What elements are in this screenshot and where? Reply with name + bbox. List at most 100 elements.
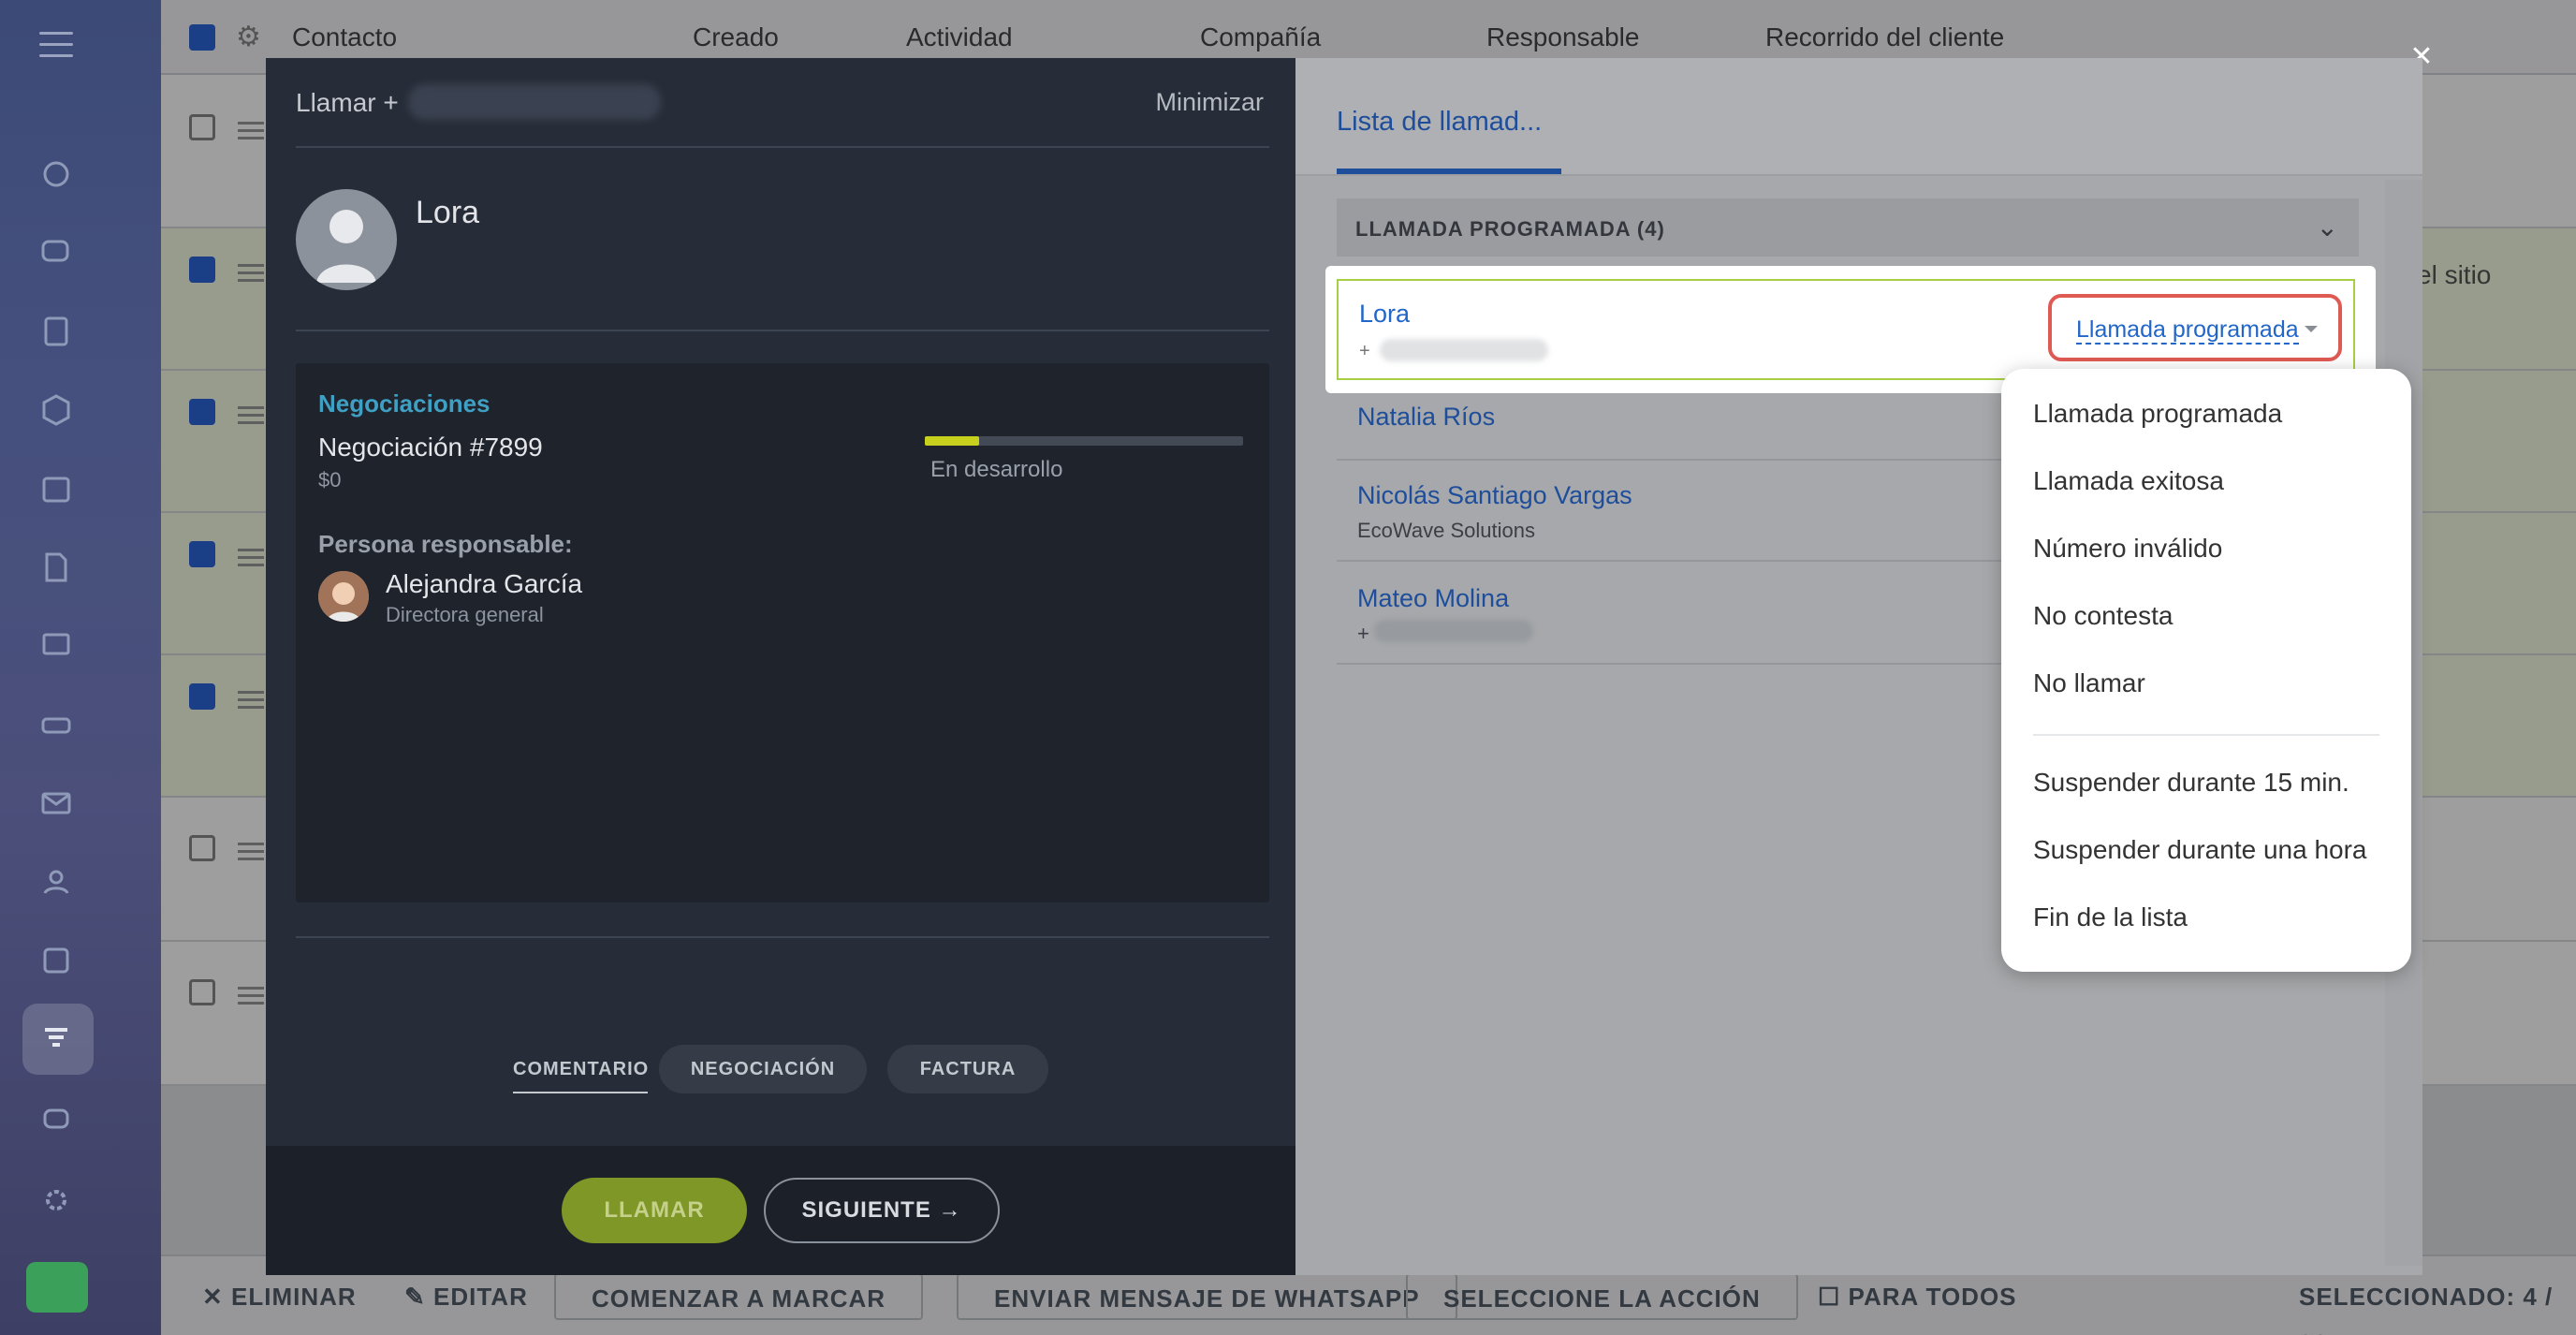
menu-item-no-answer[interactable]: No contesta	[2033, 601, 2173, 631]
responsible-name[interactable]: Alejandra García	[386, 569, 582, 599]
funnel-icon[interactable]	[37, 1020, 75, 1058]
row-checkbox[interactable]	[189, 979, 215, 1005]
row-checkbox[interactable]	[189, 541, 215, 567]
minimize-button[interactable]: Minimizar	[1155, 88, 1264, 117]
drag-handle-icon[interactable]	[238, 264, 264, 267]
drag-handle-icon[interactable]	[238, 691, 264, 694]
contacts-icon[interactable]	[37, 863, 75, 901]
menu-item-scheduled[interactable]: Llamada programada	[2033, 399, 2282, 429]
drag-handle-icon[interactable]	[238, 987, 264, 990]
list-item-name[interactable]: Natalia Ríos	[1357, 403, 1495, 432]
column-header[interactable]: Recorrido del cliente	[1765, 22, 2004, 52]
call-title: Llamar +	[296, 88, 399, 117]
for-all-checkbox[interactable]: ☐ PARA TODOS	[1818, 1273, 2017, 1320]
tasks-list-icon[interactable]	[37, 313, 75, 350]
sync-icon[interactable]	[37, 155, 75, 193]
next-label: SIGUIENTE	[801, 1197, 931, 1223]
menu-item-suspend-15[interactable]: Suspender durante 15 min.	[2033, 768, 2349, 798]
divider	[296, 330, 1269, 331]
deal-name[interactable]: Negociación #7899	[318, 433, 543, 462]
blurred-phone-number	[1374, 620, 1533, 642]
responsible-role: Directora general	[386, 603, 544, 626]
document-icon[interactable]	[37, 549, 75, 586]
arrow-right-icon: →	[938, 1197, 962, 1223]
menu-divider	[2033, 734, 2379, 736]
call-panel: Llamar + Minimizar ? Lora Negociaciones …	[266, 58, 1295, 1275]
deal-progress-bar	[925, 436, 1243, 446]
menu-item-do-not-call[interactable]: No llamar	[2033, 668, 2145, 698]
board-icon[interactable]	[37, 627, 75, 665]
gear-icon[interactable]: ⚙	[236, 21, 261, 53]
call-header: Llamar + Minimizar	[296, 58, 1269, 148]
drag-handle-icon[interactable]	[238, 843, 264, 845]
deal-amount: $0	[318, 468, 342, 491]
active-tab-indicator	[1337, 169, 1561, 174]
select-action-dropdown[interactable]: SELECCIONE LA ACCIÓN	[1406, 1273, 1798, 1320]
divider	[296, 936, 1269, 938]
list-item-name[interactable]: Lora	[1359, 300, 1410, 329]
drag-handle-icon[interactable]	[238, 122, 264, 125]
checkbox-icon[interactable]	[37, 942, 75, 979]
start-dialing-button[interactable]: COMENZAR A MARCAR	[554, 1273, 924, 1320]
group-label: LLAMADA PROGRAMADA (4)	[1355, 217, 1665, 241]
menu-item-suspend-hour[interactable]: Suspender durante una hora	[2033, 835, 2367, 865]
mail-icon[interactable]	[37, 785, 75, 822]
selected-count: SELECCIONADO: 4 / 20	[2299, 1283, 2554, 1335]
drag-handle-icon[interactable]	[238, 406, 264, 409]
robot-icon[interactable]	[37, 1099, 75, 1137]
delete-label: ELIMINAR	[231, 1283, 357, 1311]
column-header[interactable]: Actividad	[906, 22, 1013, 52]
menu-item-invalid[interactable]: Número inválido	[2033, 534, 2222, 564]
row-checkbox[interactable]	[189, 835, 215, 861]
calendar-icon[interactable]	[37, 470, 75, 507]
tab-deal[interactable]: NEGOCIACIÓN	[659, 1045, 867, 1093]
list-item-name[interactable]: Mateo Molina	[1357, 584, 1509, 613]
responsible-heading: Persona responsable:	[318, 530, 573, 558]
deals-heading: Negociaciones	[318, 389, 490, 418]
drive-icon[interactable]	[37, 706, 75, 743]
menu-item-end-list[interactable]: Fin de la lista	[2033, 902, 2188, 932]
settings-gear-icon[interactable]	[37, 1181, 75, 1219]
column-header[interactable]: Responsable	[1486, 22, 1639, 52]
call-footer: LLAMAR SIGUIENTE →	[266, 1146, 1295, 1275]
drag-handle-icon[interactable]	[238, 549, 264, 551]
list-item-sub: +	[1357, 622, 1369, 645]
chat-icon[interactable]	[37, 234, 75, 271]
caret-down-icon	[2305, 326, 2318, 332]
menu-icon[interactable]	[39, 32, 73, 60]
list-tabbar: Lista de llamad...	[1295, 58, 2422, 176]
group-header[interactable]: LLAMADA PROGRAMADA (4) ⌄	[1337, 198, 2359, 257]
menu-item-success[interactable]: Llamada exitosa	[2033, 466, 2224, 496]
deal-stage: En desarrollo	[930, 457, 1063, 482]
contact-avatar: ?	[296, 189, 397, 290]
deals-card: Negociaciones Negociación #7899 $0 En de…	[296, 363, 1269, 902]
hexagon-icon[interactable]	[37, 391, 75, 429]
tab-invoice[interactable]: FACTURA	[887, 1045, 1048, 1093]
next-button[interactable]: SIGUIENTE →	[764, 1178, 1000, 1243]
blurred-phone-number	[408, 84, 661, 120]
for-all-label: PARA TODOS	[1848, 1283, 2017, 1311]
rocket-icon[interactable]	[26, 1262, 88, 1313]
select-all-checkbox[interactable]	[189, 24, 215, 51]
call-button[interactable]: LLAMAR	[562, 1178, 747, 1243]
row-checkbox[interactable]	[189, 399, 215, 425]
row-checkbox[interactable]	[189, 683, 215, 710]
responsible-avatar	[318, 571, 369, 622]
row-checkbox[interactable]	[189, 114, 215, 140]
row-checkbox[interactable]	[189, 257, 215, 283]
delete-button[interactable]: ✕ ELIMINAR	[202, 1273, 357, 1320]
chevron-down-icon[interactable]: ⌄	[2317, 212, 2338, 242]
svg-text:?: ?	[354, 249, 363, 268]
whatsapp-button[interactable]: ENVIAR MENSAJE DE WHATSAPP	[957, 1273, 1457, 1320]
column-header[interactable]: Compañía	[1200, 22, 1321, 52]
tab-call-list[interactable]: Lista de llamad...	[1337, 107, 1542, 138]
list-item-sub: +	[1359, 341, 1370, 361]
status-dropdown-button[interactable]: Llamada programada	[2048, 294, 2342, 361]
contact-name[interactable]: Lora	[416, 195, 479, 231]
app-sidebar	[0, 0, 161, 1335]
tab-comment[interactable]: COMENTARIO	[513, 1045, 648, 1093]
column-header[interactable]: Contacto	[292, 22, 397, 52]
column-header[interactable]: Creado	[693, 22, 779, 52]
list-item-name[interactable]: Nicolás Santiago Vargas	[1357, 481, 1632, 510]
edit-button[interactable]: ✎ EDITAR	[404, 1273, 528, 1320]
